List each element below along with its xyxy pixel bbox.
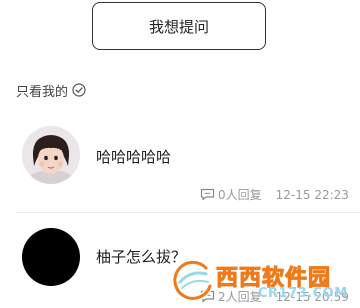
question-time: 12-15 20:59: [275, 289, 349, 304]
question-text[interactable]: 柚子怎么拔？: [96, 246, 186, 267]
only-mine-label: 只看我的: [16, 84, 69, 100]
question-item[interactable]: 柚子怎么拔？ 2人回复 12-15 20:59: [0, 218, 360, 308]
comment-bubble-icon: [200, 188, 215, 201]
qa-page: 我想提问 只看我的 哈哈哈哈哈 0人回复 12-15 22:23 柚子怎么拔？ …: [0, 0, 360, 308]
question-time: 12-15 22:23: [275, 187, 349, 202]
comment-bubble-icon: [200, 290, 215, 303]
reply-count[interactable]: 2人回复: [218, 288, 262, 305]
question-meta: 0人回复 12-15 22:23: [200, 186, 349, 203]
question-meta: 2人回复 12-15 20:59: [200, 288, 349, 305]
check-circle-icon: [72, 83, 86, 97]
user-avatar[interactable]: [22, 126, 80, 184]
question-text[interactable]: 哈哈哈哈哈: [96, 146, 171, 167]
list-divider: [16, 212, 360, 213]
child-photo-avatar: [22, 126, 80, 184]
reply-count[interactable]: 0人回复: [218, 186, 262, 203]
question-item[interactable]: 哈哈哈哈哈 0人回复 12-15 22:23: [0, 118, 360, 210]
ask-question-label: 我想提问: [148, 17, 209, 36]
ask-question-button[interactable]: 我想提问: [92, 2, 266, 50]
only-mine-filter[interactable]: 只看我的: [16, 80, 86, 100]
user-avatar[interactable]: [22, 228, 80, 286]
